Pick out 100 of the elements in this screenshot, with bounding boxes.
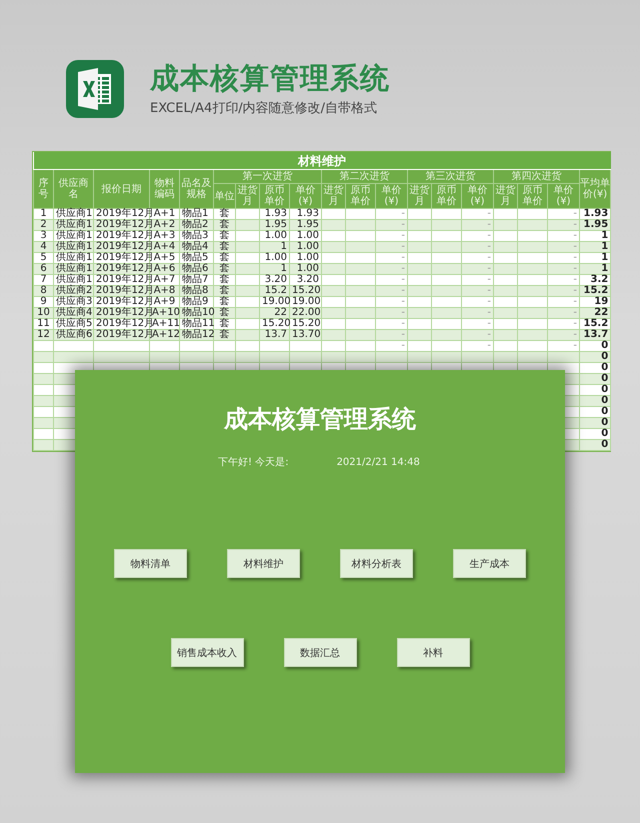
table-cell: 供应商1	[54, 230, 94, 242]
menu-button[interactable]: 数据汇总	[284, 638, 356, 667]
table-cell: 9	[34, 296, 54, 308]
table-cell: 2019年12月	[94, 220, 150, 230]
table-cell: 2	[34, 220, 54, 230]
table-cell: 物品8	[180, 286, 214, 296]
column-header: 原币单价	[260, 184, 290, 208]
column-header: 进货月	[408, 184, 432, 208]
panel-title: 成本核算管理系统	[224, 404, 416, 435]
column-header: 进货月	[236, 184, 260, 208]
menu-button[interactable]: 销售成本收入	[170, 638, 244, 667]
table-cell: 13.7	[580, 330, 611, 340]
column-header: 进货月	[494, 184, 518, 208]
table-cell: 2019年12月	[94, 308, 150, 318]
column-header: 单价(¥)	[376, 184, 408, 208]
column-header: 单价(¥)	[290, 184, 322, 208]
table-cell: 供应商4	[54, 308, 94, 318]
table-cell: 7	[34, 274, 54, 286]
spreadsheet-app-icon	[66, 60, 124, 118]
table-cell: 1.00	[290, 264, 322, 274]
table-cell: 2019年12月	[94, 242, 150, 252]
column-header: 原币单价	[432, 184, 462, 208]
datetime-text: 2021/2/21 14:48	[336, 457, 420, 469]
table-cell: 供应商6	[54, 330, 94, 340]
table-cell: 13.70	[290, 330, 322, 340]
table-cell: 1.00	[290, 242, 322, 252]
table-cell: 物品10	[180, 308, 214, 318]
column-header: 供应商名	[54, 170, 94, 208]
table-cell: 2019年12月	[94, 264, 150, 274]
table-cell: 供应商1	[54, 274, 94, 286]
column-header: 序号	[34, 170, 54, 208]
table-cell: 1.00	[290, 252, 322, 264]
table-cell: 11	[34, 318, 54, 330]
table-cell: 19.00	[260, 296, 290, 308]
table-cell: 3.20	[260, 274, 290, 286]
table-cell: 1.93	[290, 208, 322, 220]
table-cell: 2019年12月	[94, 252, 150, 264]
column-header: 物料编码	[150, 170, 180, 208]
column-header: 进货月	[322, 184, 346, 208]
table-cell: 物品3	[180, 230, 214, 242]
table-cell: 供应商1	[54, 242, 94, 252]
table-cell: 供应商2	[54, 286, 94, 296]
table-cell: 3.2	[580, 274, 611, 286]
table-cell: 套	[214, 308, 236, 318]
table-cell: 1.93	[580, 208, 611, 220]
table-cell: 2019年12月	[94, 208, 150, 220]
table-cell: 物品6	[180, 264, 214, 274]
table-cell: 物品2	[180, 220, 214, 230]
table-cell: 物品12	[180, 330, 214, 340]
table-cell: 供应商1	[54, 264, 94, 274]
table-cell: 3	[34, 230, 54, 242]
column-header: 原币单价	[518, 184, 548, 208]
group-header: 第四次进货	[494, 170, 580, 184]
table-cell: 1.95	[580, 220, 611, 230]
column-header: 平均单价(¥)	[580, 170, 611, 208]
table-cell: 10	[34, 308, 54, 318]
table-cell: 1	[34, 208, 54, 220]
menu-button[interactable]: 物料清单	[114, 549, 187, 578]
table-cell: 13.7	[260, 330, 290, 340]
page-title: 成本核算管理系统	[150, 61, 390, 95]
table-cell: 供应商1	[54, 252, 94, 264]
menu-button[interactable]: 材料维护	[227, 549, 300, 578]
table-cell: 供应商5	[54, 318, 94, 330]
table-cell: 供应商1	[54, 220, 94, 230]
group-header: 第二次进货	[322, 170, 408, 184]
table-cell: 15.2	[580, 318, 611, 330]
table-cell: 物品4	[180, 242, 214, 252]
table-cell: 1.93	[260, 208, 290, 220]
sheet-title: 材料维护	[34, 152, 611, 170]
page-subtitle: EXCEL/A4打印/内容随意修改/自带格式	[150, 101, 378, 117]
table-cell: 物品9	[180, 296, 214, 308]
menu-button[interactable]: 生产成本	[453, 549, 526, 578]
table-cell: 供应商1	[54, 208, 94, 220]
table-cell: 1.00	[260, 230, 290, 242]
table-cell: 15.20	[290, 286, 322, 296]
table-cell: 8	[34, 286, 54, 296]
table-cell: 2019年12月	[94, 296, 150, 308]
table-cell: 供应商3	[54, 296, 94, 308]
table-cell: 15.20	[260, 318, 290, 330]
table-cell: 19	[580, 296, 611, 308]
greeting-text: 下午好! 今天是:	[218, 457, 289, 469]
column-header: 报价日期	[94, 170, 150, 208]
column-header: 单价(¥)	[462, 184, 494, 208]
table-cell: 2019年12月	[94, 318, 150, 330]
menu-button[interactable]: 材料分析表	[340, 549, 413, 578]
table-cell: 6	[34, 264, 54, 274]
table-cell: 4	[34, 242, 54, 252]
table-cell: 1.00	[260, 252, 290, 264]
table-cell: 物品1	[180, 208, 214, 220]
table-cell: 15.2	[260, 286, 290, 296]
table-cell: 3.20	[290, 274, 322, 286]
table-cell: 5	[34, 252, 54, 264]
table-cell: 1.95	[260, 220, 290, 230]
group-header: 第一次进货	[214, 170, 322, 184]
table-cell: 物品7	[180, 274, 214, 286]
table-cell: 2019年12月	[94, 286, 150, 296]
table-cell: 12	[34, 330, 54, 340]
table-cell: 2019年12月	[94, 230, 150, 242]
column-header: 单位	[214, 184, 236, 208]
menu-button[interactable]: 补料	[396, 638, 470, 667]
